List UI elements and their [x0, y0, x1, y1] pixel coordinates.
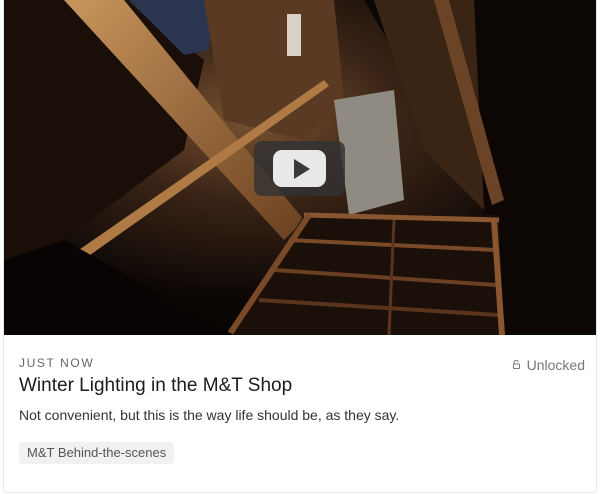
- post-meta: JUST NOW Unlocked: [19, 356, 585, 374]
- post-timestamp: JUST NOW: [19, 356, 95, 370]
- post-description: Not convenient, but this is the way life…: [19, 407, 400, 423]
- unlock-icon: [512, 360, 520, 369]
- video-player[interactable]: [4, 0, 596, 335]
- access-status: Unlocked: [512, 357, 585, 373]
- post-title[interactable]: Winter Lighting in the M&T Shop: [19, 373, 292, 399]
- post-card: JUST NOW Unlocked Winter Lighting in the…: [3, 0, 597, 493]
- play-icon: [273, 150, 326, 187]
- play-button[interactable]: [254, 141, 345, 196]
- access-label: Unlocked: [526, 357, 585, 373]
- tag-chip[interactable]: M&T Behind-the-scenes: [19, 442, 175, 464]
